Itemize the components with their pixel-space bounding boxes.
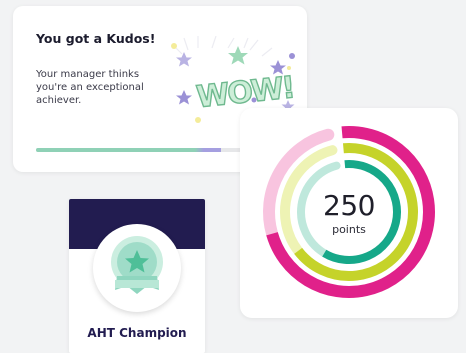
badge-card[interactable]: AHT Champion bbox=[69, 199, 205, 353]
points-value: 250 bbox=[323, 189, 375, 222]
confetti-dot bbox=[195, 117, 201, 123]
points-label: points bbox=[332, 223, 366, 236]
star-medal-icon bbox=[111, 236, 163, 294]
star-icon bbox=[176, 52, 192, 67]
kudos-title: You got a Kudos! bbox=[36, 31, 156, 46]
confetti-dot bbox=[289, 53, 295, 59]
badge-title: AHT Champion bbox=[87, 326, 187, 340]
confetti-dot bbox=[171, 43, 177, 49]
kudos-message: Your manager thinks you're an exceptiona… bbox=[36, 69, 144, 106]
badge-medal-circle bbox=[93, 224, 181, 312]
points-card[interactable]: 250 points bbox=[240, 108, 458, 318]
star-icon bbox=[176, 90, 192, 105]
star-icon bbox=[228, 46, 248, 65]
kudos-progress-fill bbox=[36, 148, 251, 152]
